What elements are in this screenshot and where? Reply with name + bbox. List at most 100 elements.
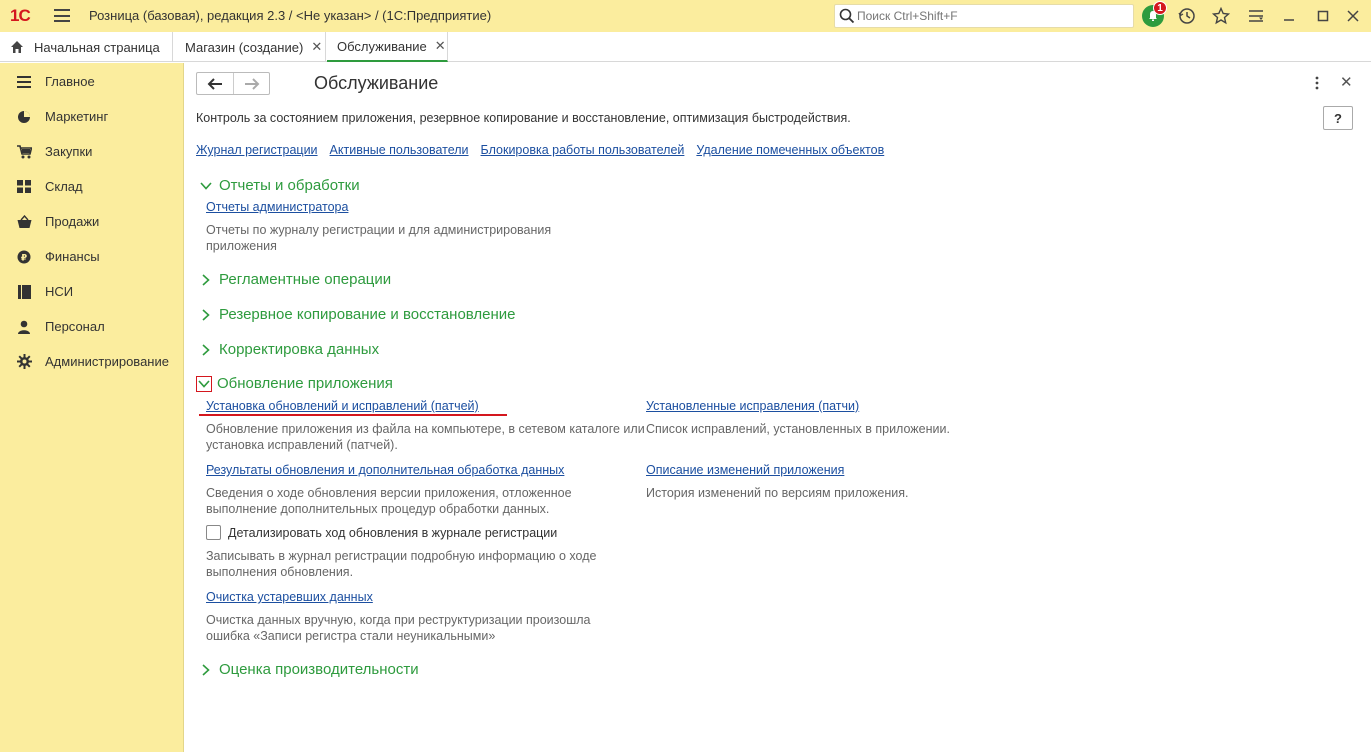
person-icon bbox=[16, 319, 32, 335]
sidebar-item-label: Персонал bbox=[45, 319, 105, 334]
main-content: Обслуживание ✕ ? Контроль за состоянием … bbox=[185, 63, 1371, 752]
close-icon[interactable]: ✕ bbox=[311, 39, 322, 55]
tab-home[interactable]: Начальная страница bbox=[0, 32, 173, 62]
close-window-icon[interactable] bbox=[1342, 5, 1364, 27]
reports-note: Отчеты по журналу регистрации и для адми… bbox=[206, 223, 552, 253]
bell-icon: 1 bbox=[1142, 1, 1167, 27]
tab-label: Обслуживание bbox=[337, 38, 427, 54]
minimize-icon[interactable] bbox=[1278, 5, 1300, 27]
detail-checkbox[interactable] bbox=[206, 525, 221, 540]
tab-store-create[interactable]: Магазин (создание) ✕ bbox=[173, 32, 326, 62]
section-update[interactable]: Обновление приложения bbox=[196, 375, 393, 392]
link-event-log[interactable]: Журнал регистрации bbox=[196, 143, 318, 157]
search-input[interactable] bbox=[857, 9, 1117, 23]
link-delete-marked[interactable]: Удаление помеченных объектов bbox=[696, 143, 884, 157]
forward-button[interactable] bbox=[233, 73, 269, 94]
sidebar-item-nsi[interactable]: НСИ bbox=[0, 274, 184, 309]
tab-bar: Начальная страница Магазин (создание) ✕ … bbox=[0, 32, 1371, 62]
arrow-left-icon bbox=[207, 77, 222, 90]
section-title: Корректировка данных bbox=[219, 341, 380, 358]
gear-icon bbox=[16, 354, 32, 370]
more-vertical-icon[interactable] bbox=[1312, 75, 1322, 91]
cleanup-note: Очистка данных вручную, когда при рестру… bbox=[206, 613, 591, 643]
chevron-right-icon bbox=[198, 662, 214, 678]
results-note: Сведения о ходе обновления версии прилож… bbox=[206, 486, 572, 516]
sidebar-item-label: Продажи bbox=[45, 214, 100, 229]
detail-checkbox-row[interactable]: Детализировать ход обновления в журнале … bbox=[206, 525, 557, 540]
installed-note: Список исправлений, установленных в прил… bbox=[646, 422, 950, 436]
svg-text:₽: ₽ bbox=[21, 253, 27, 263]
back-button[interactable] bbox=[197, 73, 233, 94]
main-menu-icon[interactable] bbox=[54, 9, 70, 22]
sidebar: Главное Маркетинг Закупки Склад Продажи … bbox=[0, 63, 184, 752]
section-title: Регламентные операции bbox=[219, 271, 392, 288]
book-icon bbox=[16, 284, 32, 300]
link-active-users[interactable]: Активные пользователи bbox=[330, 143, 469, 157]
section-title: Обновление приложения bbox=[217, 375, 393, 392]
notifications-button[interactable]: 1 bbox=[1142, 1, 1167, 27]
sidebar-item-purchases[interactable]: Закупки bbox=[0, 134, 184, 169]
sidebar-item-personnel[interactable]: Персонал bbox=[0, 309, 184, 344]
sidebar-item-label: Администрирование bbox=[45, 354, 169, 369]
settings-lines-icon[interactable] bbox=[1245, 5, 1267, 27]
page-description: Контроль за состоянием приложения, резер… bbox=[196, 111, 851, 125]
section-backup[interactable]: Резервное копирование и восстановление bbox=[198, 306, 516, 323]
top-links: Журнал регистрации Активные пользователи… bbox=[196, 143, 896, 157]
grid-icon bbox=[16, 179, 32, 195]
sidebar-item-administration[interactable]: Администрирование bbox=[0, 344, 184, 379]
page-title: Обслуживание bbox=[314, 73, 439, 93]
search-box[interactable] bbox=[834, 4, 1134, 28]
checkbox-label: Детализировать ход обновления в журнале … bbox=[228, 525, 558, 540]
1c-logo: 1С bbox=[10, 6, 31, 25]
close-icon[interactable]: ✕ bbox=[435, 38, 446, 54]
home-icon bbox=[11, 41, 23, 53]
section-title: Резервное копирование и восстановление bbox=[219, 306, 516, 323]
section-reports[interactable]: Отчеты и обработки bbox=[198, 177, 360, 194]
ruble-coin-icon: ₽ bbox=[16, 249, 32, 265]
sidebar-item-label: Склад bbox=[45, 179, 83, 194]
link-update-results[interactable]: Результаты обновления и дополнительная о… bbox=[206, 463, 564, 477]
link-block-users[interactable]: Блокировка работы пользователей bbox=[481, 143, 685, 157]
chevron-right-icon bbox=[198, 342, 214, 358]
sidebar-item-warehouse[interactable]: Склад bbox=[0, 169, 184, 204]
notification-badge: 1 bbox=[1153, 1, 1167, 15]
sidebar-item-label: Финансы bbox=[45, 249, 100, 264]
tab-maintenance[interactable]: Обслуживание ✕ bbox=[327, 32, 448, 62]
sidebar-item-marketing[interactable]: Маркетинг bbox=[0, 99, 184, 134]
section-performance[interactable]: Оценка производительности bbox=[198, 661, 419, 678]
help-button[interactable]: ? bbox=[1323, 106, 1353, 130]
chevron-down-icon bbox=[196, 375, 212, 392]
sidebar-item-main[interactable]: Главное bbox=[0, 64, 184, 99]
changes-note: История изменений по версиям приложения. bbox=[646, 486, 909, 500]
sidebar-item-label: НСИ bbox=[45, 284, 74, 299]
chevron-down-icon bbox=[198, 178, 214, 194]
tab-label: Магазин (создание) bbox=[185, 39, 304, 55]
section-title: Оценка производительности bbox=[219, 661, 419, 678]
basket-icon bbox=[16, 214, 32, 230]
close-icon[interactable]: ✕ bbox=[1340, 73, 1353, 91]
title-bar: 1С Розница (базовая), редакция 2.3 / <Не… bbox=[0, 0, 1371, 32]
sidebar-item-label: Закупки bbox=[45, 144, 93, 159]
link-installed-patches[interactable]: Установленные исправления (патчи) bbox=[646, 399, 859, 413]
section-correction[interactable]: Корректировка данных bbox=[198, 341, 379, 358]
link-cleanup-data[interactable]: Очистка устаревших данных bbox=[206, 590, 373, 604]
section-title: Отчеты и обработки bbox=[219, 177, 360, 194]
chevron-right-icon bbox=[198, 272, 214, 288]
navigation-buttons bbox=[196, 72, 270, 95]
sidebar-item-sales[interactable]: Продажи bbox=[0, 204, 184, 239]
sidebar-item-finance[interactable]: ₽ Финансы bbox=[0, 239, 184, 274]
search-icon bbox=[839, 8, 855, 24]
tab-label: Начальная страница bbox=[34, 39, 160, 55]
install-note: Обновление приложения из файла на компью… bbox=[206, 422, 645, 452]
cart-icon bbox=[16, 144, 32, 160]
link-changes-description[interactable]: Описание изменений приложения bbox=[646, 463, 844, 477]
maximize-icon[interactable] bbox=[1312, 5, 1334, 27]
detail-note: Записывать в журнал регистрации подробну… bbox=[206, 549, 597, 579]
section-routine[interactable]: Регламентные операции bbox=[198, 271, 391, 288]
pie-chart-icon bbox=[16, 109, 32, 125]
history-icon[interactable] bbox=[1176, 5, 1198, 27]
app-title: Розница (базовая), редакция 2.3 / <Не ук… bbox=[89, 8, 492, 23]
favorites-star-icon[interactable] bbox=[1210, 5, 1232, 27]
link-install-updates[interactable]: Установка обновлений и исправлений (патч… bbox=[206, 399, 479, 413]
link-admin-reports[interactable]: Отчеты администратора bbox=[206, 200, 348, 214]
